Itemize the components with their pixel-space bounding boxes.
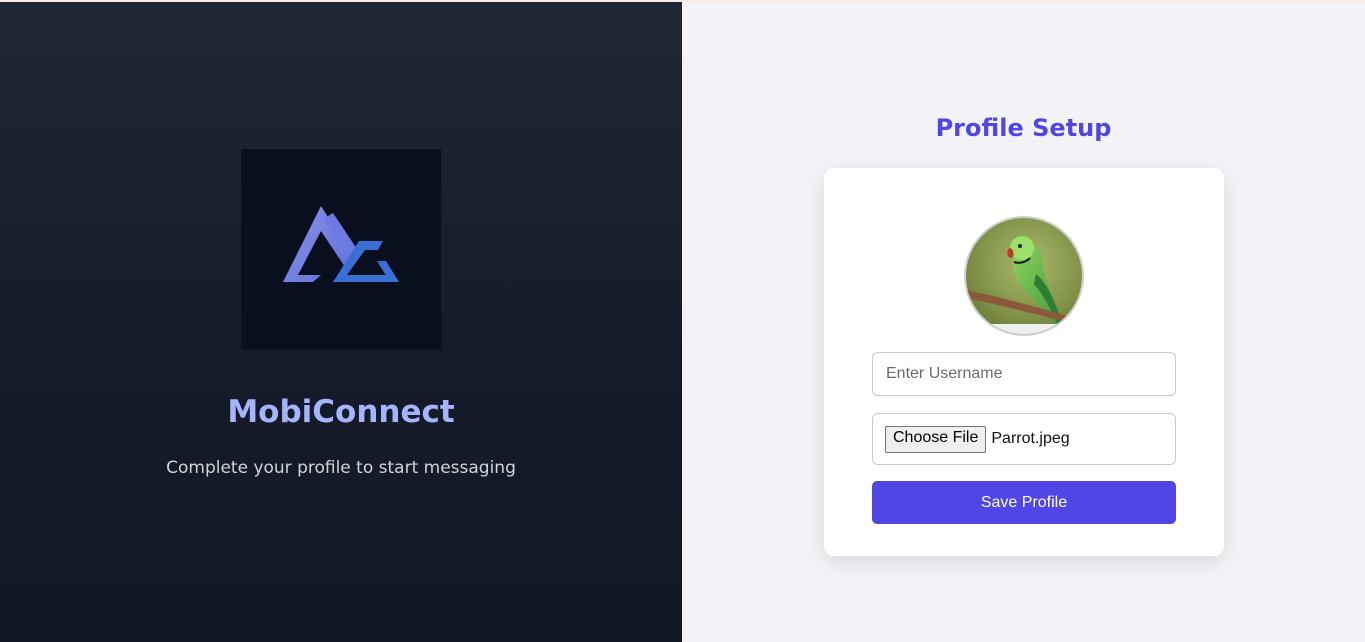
username-input[interactable]: [872, 352, 1176, 396]
page-title: Profile Setup: [935, 114, 1112, 142]
selected-file-name: Parrot.jpeg: [991, 430, 1070, 447]
brand-logo: [241, 149, 441, 349]
choose-file-button[interactable]: Choose File: [885, 425, 987, 453]
save-profile-button[interactable]: Save Profile: [872, 481, 1176, 524]
branding-panel: MobiConnect Complete your profile to sta…: [0, 2, 682, 642]
brand-name: MobiConnect: [227, 394, 455, 430]
profile-setup-panel: Profile Setup Enter Username Choose File…: [682, 2, 1365, 642]
file-upload-field[interactable]: Choose File Parrot.jpeg: [872, 413, 1176, 465]
parrot-photo-icon: [966, 218, 1082, 334]
avatar: [964, 216, 1084, 336]
profile-card: Choose File Parrot.jpeg Save Profile: [824, 168, 1224, 556]
logo-mark-icon: [283, 206, 399, 282]
brand-tagline: Complete your profile to start messaging: [166, 458, 516, 478]
